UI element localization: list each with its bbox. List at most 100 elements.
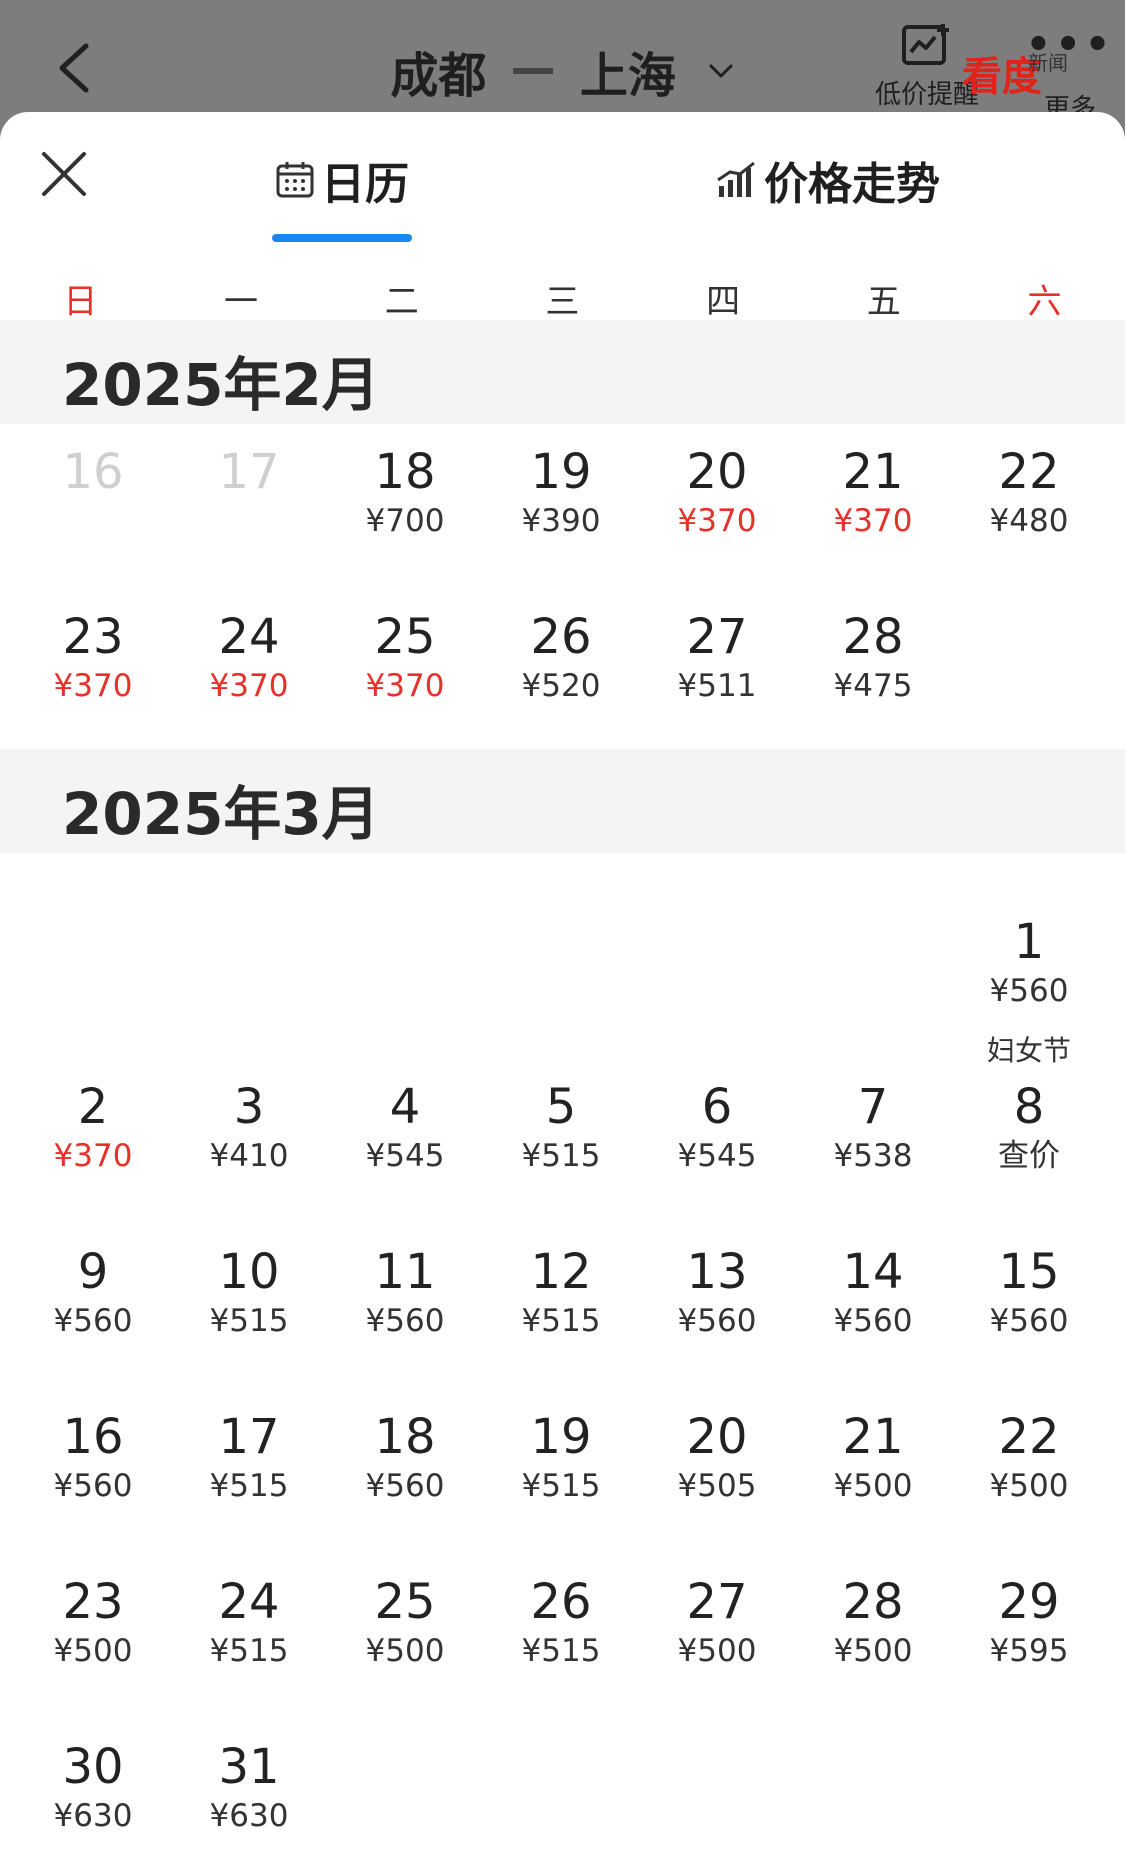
day-number: 25 bbox=[374, 1574, 436, 1630]
calendar-day-cell[interactable]: 23 ¥500 bbox=[15, 1572, 171, 1670]
day-number: 8 bbox=[1013, 1079, 1045, 1135]
day-number: 11 bbox=[374, 1244, 436, 1300]
active-tab-indicator bbox=[272, 234, 412, 242]
day-price: ¥370 bbox=[53, 1138, 133, 1174]
month-title: 2025年3月 bbox=[62, 780, 380, 848]
calendar-day-cell[interactable]: 20 ¥370 bbox=[639, 442, 795, 540]
tab-price-trend[interactable]: 价格走势 bbox=[716, 150, 940, 210]
day-price: ¥515 bbox=[521, 1468, 601, 1504]
day-number: 10 bbox=[218, 1244, 280, 1300]
day-number: 1 bbox=[1013, 914, 1045, 970]
day-price: ¥630 bbox=[209, 1798, 289, 1834]
calendar-day-cell: 17 bbox=[171, 442, 327, 502]
day-number: 6 bbox=[701, 1079, 733, 1135]
calendar-day-cell[interactable]: 27 ¥511 bbox=[639, 607, 795, 705]
calendar-day-cell[interactable]: 15 ¥560 bbox=[951, 1242, 1107, 1340]
calendar-day-cell[interactable]: 26 ¥515 bbox=[483, 1572, 639, 1670]
calendar-week-row: 16 ¥560 17 ¥515 18 ¥560 19 ¥515 20 ¥505 21 ¥500 22 ¥5… bbox=[0, 1407, 1125, 1572]
day-number: 25 bbox=[374, 609, 436, 665]
calendar-day-cell[interactable]: 24 ¥370 bbox=[171, 607, 327, 705]
day-price: ¥560 bbox=[677, 1303, 757, 1339]
calendar-day-cell[interactable]: 11 ¥560 bbox=[327, 1242, 483, 1340]
calendar-day-cell[interactable]: 19 ¥515 bbox=[483, 1407, 639, 1505]
month-title: 2025年2月 bbox=[62, 351, 380, 419]
calendar-day-cell[interactable]: 9 ¥560 bbox=[15, 1242, 171, 1340]
day-number: 20 bbox=[686, 1409, 748, 1465]
day-price: ¥500 bbox=[989, 1468, 1069, 1504]
calendar-day-cell[interactable]: 31 ¥630 bbox=[171, 1737, 327, 1835]
calendar-day-cell[interactable]: 17 ¥515 bbox=[171, 1407, 327, 1505]
calendar-day-cell[interactable]: 14 ¥560 bbox=[795, 1242, 951, 1340]
calendar-day-cell[interactable]: 25 ¥370 bbox=[327, 607, 483, 705]
watermark-sub: 新闻 bbox=[1028, 51, 1068, 75]
route-arrow-icon bbox=[513, 68, 554, 74]
chart-plus-icon bbox=[902, 24, 949, 65]
month-header: 2025年3月 bbox=[0, 749, 1125, 853]
day-price: ¥515 bbox=[209, 1303, 289, 1339]
calendar-sheet: 日历 价格走势 日 一 二 三 四 五 六 2025年2月 16 17 18 ¥700 1… bbox=[0, 112, 1125, 1875]
calendar-day-cell[interactable]: 10 ¥515 bbox=[171, 1242, 327, 1340]
calendar-day-cell[interactable]: 26 ¥520 bbox=[483, 607, 639, 705]
calendar-day-cell[interactable]: 28 ¥500 bbox=[795, 1572, 951, 1670]
bar-chart-icon bbox=[717, 161, 755, 197]
calendar-week-row: 23 ¥500 24 ¥515 25 ¥500 26 ¥515 27 ¥500 28 ¥500 29 ¥5… bbox=[0, 1572, 1125, 1737]
calendar-day-cell[interactable]: 20 ¥505 bbox=[639, 1407, 795, 1505]
calendar-day-cell[interactable]: 25 ¥500 bbox=[327, 1572, 483, 1670]
day-price: ¥560 bbox=[833, 1303, 913, 1339]
day-price: ¥370 bbox=[209, 668, 289, 704]
close-icon[interactable] bbox=[40, 150, 88, 198]
day-number: 21 bbox=[842, 1409, 904, 1465]
day-price: ¥560 bbox=[365, 1303, 445, 1339]
day-price: ¥515 bbox=[521, 1633, 601, 1669]
day-price: ¥595 bbox=[989, 1633, 1069, 1669]
calendar-day-cell[interactable]: 22 ¥480 bbox=[951, 442, 1107, 540]
calendar-week-row: 23 ¥370 24 ¥370 25 ¥370 26 ¥520 27 ¥511 28 ¥475 bbox=[0, 607, 1125, 772]
calendar-day-cell[interactable]: 12 ¥515 bbox=[483, 1242, 639, 1340]
calendar-day-cell[interactable]: 7 ¥538 bbox=[795, 1077, 951, 1175]
day-number: 22 bbox=[998, 1409, 1060, 1465]
day-price: ¥370 bbox=[53, 668, 133, 704]
day-number: 23 bbox=[62, 609, 124, 665]
calendar-day-cell[interactable]: 28 ¥475 bbox=[795, 607, 951, 705]
calendar-day-cell[interactable]: 24 ¥515 bbox=[171, 1572, 327, 1670]
day-number: 5 bbox=[545, 1079, 577, 1135]
calendar-day-cell[interactable]: 18 ¥700 bbox=[327, 442, 483, 540]
calendar-day-cell[interactable]: 13 ¥560 bbox=[639, 1242, 795, 1340]
calendar-day-cell[interactable]: 27 ¥500 bbox=[639, 1572, 795, 1670]
day-price: ¥500 bbox=[365, 1633, 445, 1669]
day-number: 2 bbox=[77, 1079, 109, 1135]
day-price: ¥500 bbox=[53, 1633, 133, 1669]
day-number: 19 bbox=[530, 1409, 592, 1465]
day-price: ¥545 bbox=[365, 1138, 445, 1174]
day-price: ¥475 bbox=[833, 668, 913, 704]
calendar-day-cell[interactable]: 16 ¥560 bbox=[15, 1407, 171, 1505]
day-price: ¥560 bbox=[989, 973, 1069, 1009]
calendar-day-cell[interactable]: 29 ¥595 bbox=[951, 1572, 1107, 1670]
calendar-day-cell[interactable]: 22 ¥500 bbox=[951, 1407, 1107, 1505]
calendar-day-cell[interactable]: 18 ¥560 bbox=[327, 1407, 483, 1505]
calendar-week-row: 9 ¥560 10 ¥515 11 ¥560 12 ¥515 13 ¥560 14 ¥560 15 ¥56… bbox=[0, 1242, 1125, 1407]
day-price: ¥370 bbox=[833, 503, 913, 539]
calendar-day-cell[interactable]: 6 ¥545 bbox=[639, 1077, 795, 1175]
calendar-day-cell[interactable]: 21 ¥370 bbox=[795, 442, 951, 540]
day-price: ¥560 bbox=[53, 1468, 133, 1504]
calendar-day-cell[interactable]: 23 ¥370 bbox=[15, 607, 171, 705]
calendar-day-cell[interactable]: 1 ¥560 bbox=[951, 912, 1107, 1010]
day-price: ¥390 bbox=[521, 503, 601, 539]
calendar-day-cell[interactable]: 19 ¥390 bbox=[483, 442, 639, 540]
chevron-down-icon bbox=[709, 64, 733, 78]
calendar-day-cell[interactable]: 21 ¥500 bbox=[795, 1407, 951, 1505]
calendar-day-cell[interactable]: 妇女节 8 查价 bbox=[951, 1034, 1107, 1175]
day-price: ¥500 bbox=[833, 1468, 913, 1504]
day-number: 15 bbox=[998, 1244, 1060, 1300]
calendar-day-cell[interactable]: 4 ¥545 bbox=[327, 1077, 483, 1175]
day-number: 26 bbox=[530, 609, 592, 665]
day-number: 26 bbox=[530, 1574, 592, 1630]
calendar-day-cell[interactable]: 30 ¥630 bbox=[15, 1737, 171, 1835]
tab-calendar[interactable]: 日历 bbox=[275, 150, 409, 210]
calendar-day-cell[interactable]: 5 ¥515 bbox=[483, 1077, 639, 1175]
calendar-day-cell[interactable]: 2 ¥370 bbox=[15, 1077, 171, 1175]
day-number: 3 bbox=[233, 1079, 265, 1135]
day-price: ¥480 bbox=[989, 503, 1069, 539]
calendar-day-cell[interactable]: 3 ¥410 bbox=[171, 1077, 327, 1175]
